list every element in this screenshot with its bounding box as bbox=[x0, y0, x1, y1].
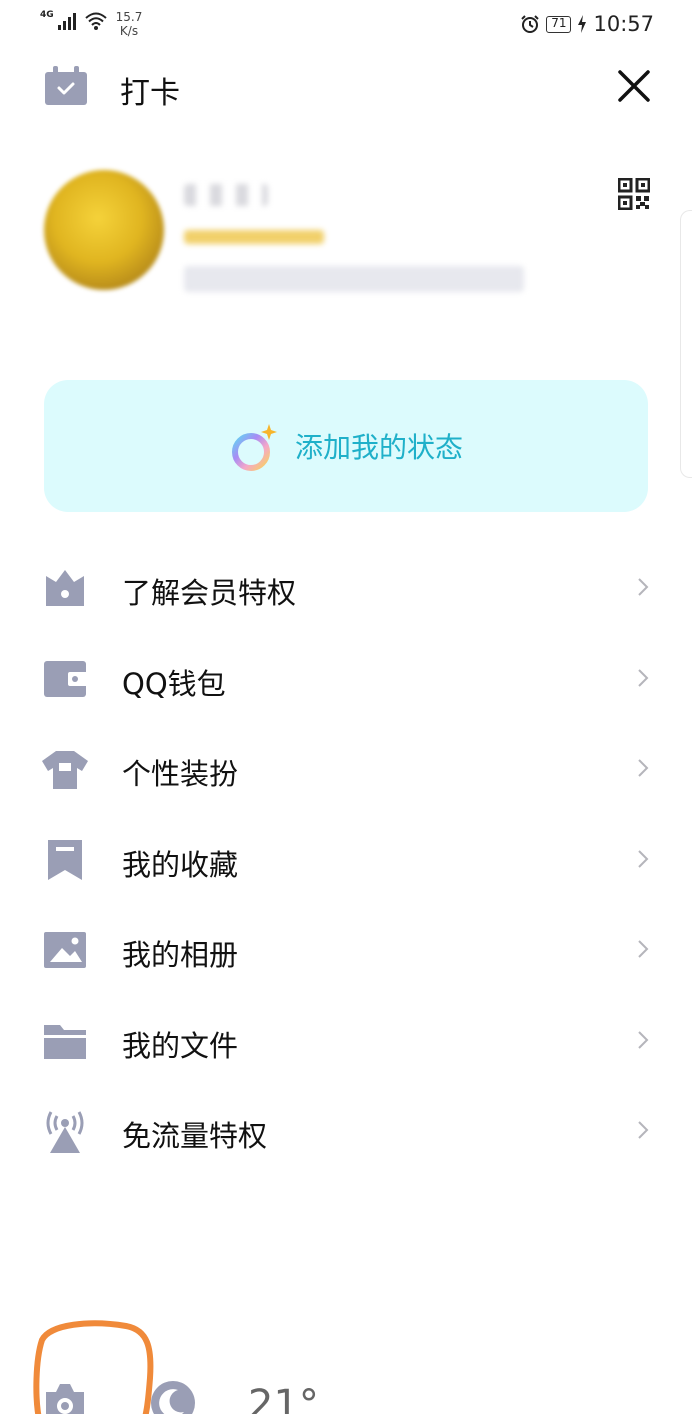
alarm-icon bbox=[521, 15, 539, 33]
level-redacted bbox=[184, 230, 324, 244]
page-title[interactable]: 打卡 bbox=[120, 68, 180, 112]
side-panel-edge bbox=[680, 210, 692, 478]
signal-icon bbox=[57, 12, 76, 30]
battery-level: 71 bbox=[546, 15, 572, 33]
status-ring-icon bbox=[231, 424, 277, 471]
wallet-icon bbox=[44, 660, 88, 697]
menu-item-label: 个性装扮 bbox=[122, 757, 239, 791]
add-status-button[interactable]: 添加我的状态 bbox=[44, 380, 648, 512]
menu-item-label: 了解会员特权 bbox=[122, 576, 297, 610]
checkin-button[interactable] bbox=[44, 66, 88, 106]
chevron-right-icon bbox=[638, 849, 649, 868]
chevron-right-icon bbox=[638, 1121, 649, 1139]
signature-redacted bbox=[184, 266, 524, 292]
bottom-bar: 21° bbox=[0, 1310, 692, 1414]
menu-item-free-data[interactable]: 免流量特权 bbox=[0, 1085, 692, 1176]
chevron-right-icon bbox=[638, 578, 649, 596]
avatar[interactable] bbox=[44, 170, 164, 290]
chevron-right-icon bbox=[638, 759, 649, 777]
crown-icon bbox=[46, 570, 84, 606]
status-bar-right: 71 10:57 bbox=[520, 12, 654, 36]
status-bar-left: 4G 15.7 K/s bbox=[40, 10, 142, 38]
chevron-right-icon bbox=[638, 1030, 649, 1049]
folder-icon bbox=[44, 1024, 86, 1059]
qr-code-button[interactable] bbox=[617, 177, 651, 211]
menu-item-label: QQ钱包 bbox=[122, 666, 226, 701]
highlight-annotation bbox=[33, 1320, 154, 1414]
menu-item-qq-wallet[interactable]: QQ钱包 bbox=[0, 633, 692, 724]
network-speed: 15.7 K/s bbox=[116, 10, 143, 38]
add-status-label: 添加我的状态 bbox=[294, 431, 463, 464]
status-bar: 4G 15.7 K/s 71 10:57 bbox=[0, 0, 692, 46]
menu-item-label: 我的文件 bbox=[122, 1028, 239, 1063]
shirt-icon bbox=[42, 751, 88, 789]
menu-list: 了解会员特权 QQ钱包 个性装扮 我的收藏 我的相册 我的文件 免流量特权 bbox=[0, 542, 692, 1176]
qr-code-icon bbox=[617, 177, 651, 211]
menu-item-favorites[interactable]: 我的收藏 bbox=[0, 814, 692, 905]
menu-item-label: 我的相册 bbox=[122, 938, 239, 972]
network-type: 4G bbox=[40, 10, 54, 20]
clock-time: 10:57 bbox=[593, 12, 654, 36]
signal-tower-icon bbox=[46, 1111, 84, 1153]
menu-item-label: 我的收藏 bbox=[122, 847, 239, 882]
charging-icon bbox=[578, 15, 587, 33]
menu-item-my-files[interactable]: 我的文件 bbox=[0, 995, 692, 1086]
chevron-right-icon bbox=[638, 940, 649, 958]
nickname-redacted bbox=[184, 184, 268, 206]
wifi-icon bbox=[84, 12, 107, 30]
menu-item-personalize[interactable]: 个性装扮 bbox=[0, 723, 692, 814]
profile-section[interactable] bbox=[0, 150, 692, 320]
menu-item-photo-album[interactable]: 我的相册 bbox=[0, 904, 692, 995]
photo-icon bbox=[44, 932, 86, 968]
menu-item-label: 免流量特权 bbox=[122, 1119, 268, 1153]
chevron-right-icon bbox=[638, 668, 649, 687]
network-speed-unit: K/s bbox=[119, 24, 139, 38]
close-icon bbox=[618, 70, 650, 102]
header: 打卡 bbox=[0, 58, 692, 114]
menu-item-vip-privileges[interactable]: 了解会员特权 bbox=[0, 542, 692, 633]
bookmark-icon bbox=[48, 839, 82, 880]
network-speed-value: 15.7 bbox=[115, 10, 143, 24]
close-button[interactable] bbox=[612, 64, 656, 108]
weather-temperature[interactable]: 21° bbox=[248, 1382, 319, 1414]
calendar-check-icon bbox=[45, 66, 87, 105]
